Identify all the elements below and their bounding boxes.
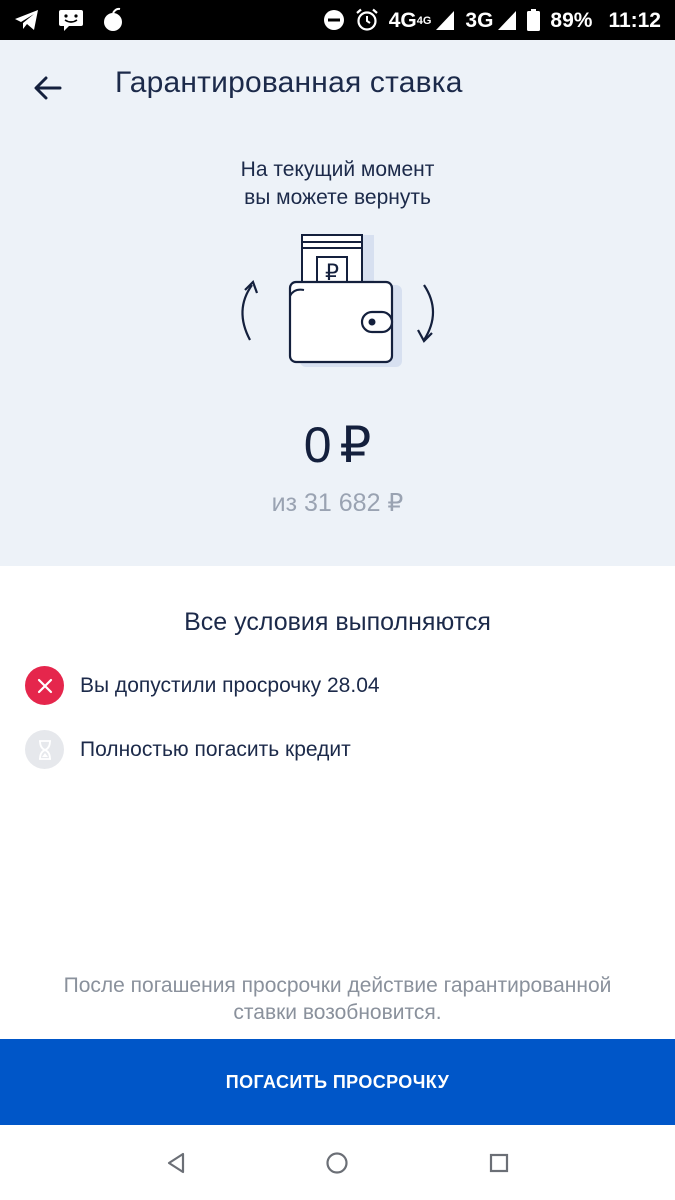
arrow-left-icon — [34, 76, 62, 100]
status-bar: 4G 4G 3G 89% 11:12 — [0, 0, 675, 40]
alarm-icon — [355, 8, 379, 32]
summary-panel: Гарантированная ставка На текущий момент… — [0, 40, 675, 566]
refund-amount-value: 0 — [303, 417, 332, 473]
telegram-icon — [14, 9, 40, 31]
square-recents-icon — [490, 1153, 509, 1172]
info-note: После погашения просрочки действие гаран… — [20, 972, 655, 1026]
battery-level: 89% — [550, 8, 593, 32]
condition-item-overdue: Вы допустили просрочку 28.04 — [25, 666, 380, 705]
network-label-2: 3G — [465, 8, 494, 32]
info-note-line-2: ставки возобновится. — [233, 1001, 442, 1024]
info-note-line-1: После погашения просрочки действие гаран… — [63, 974, 612, 997]
nav-back-button[interactable] — [156, 1143, 196, 1183]
signal-icon — [435, 9, 455, 31]
app-icon — [102, 7, 124, 33]
status-bar-notifications — [0, 7, 124, 33]
conditions-title: Все условия выполняются — [184, 608, 491, 636]
intro-line-2: вы можете вернуть — [244, 186, 431, 209]
intro-text: На текущий момент вы можете вернуть — [0, 156, 675, 212]
condition-item-repay: Полностью погасить кредит — [25, 730, 351, 769]
dnd-icon — [323, 9, 345, 31]
close-icon — [25, 666, 64, 705]
system-nav-bar — [0, 1125, 675, 1200]
back-button[interactable] — [28, 68, 68, 108]
network-label-1: 4G — [388, 8, 417, 32]
clock: 11:12 — [608, 8, 661, 32]
circle-home-icon — [326, 1151, 349, 1174]
signal-icon-2 — [497, 9, 517, 31]
currency-symbol: ₽ — [339, 417, 372, 473]
message-icon — [58, 8, 84, 32]
triangle-back-icon — [167, 1152, 184, 1173]
condition-label: Полностью погасить кредит — [80, 737, 351, 761]
pay-overdue-button[interactable]: ПОГАСИТЬ ПРОСРОЧКУ — [0, 1039, 675, 1125]
page-title: Гарантированная ставка — [115, 66, 463, 99]
wallet-refund-icon: ₽ — [241, 234, 435, 367]
nav-recents-button[interactable] — [479, 1143, 519, 1183]
condition-label: Вы допустили просрочку 28.04 — [80, 673, 380, 697]
hourglass-icon — [25, 730, 64, 769]
nav-home-button[interactable] — [317, 1143, 357, 1183]
status-bar-system: 4G 4G 3G 89% 11:12 — [323, 8, 675, 32]
battery-icon — [527, 9, 541, 31]
network-label-1-sup: 4G — [416, 15, 432, 27]
refund-amount: 0 ₽ — [0, 416, 675, 474]
total-amount: из 31 682 ₽ — [271, 489, 404, 517]
intro-line-1: На текущий момент — [240, 158, 435, 181]
